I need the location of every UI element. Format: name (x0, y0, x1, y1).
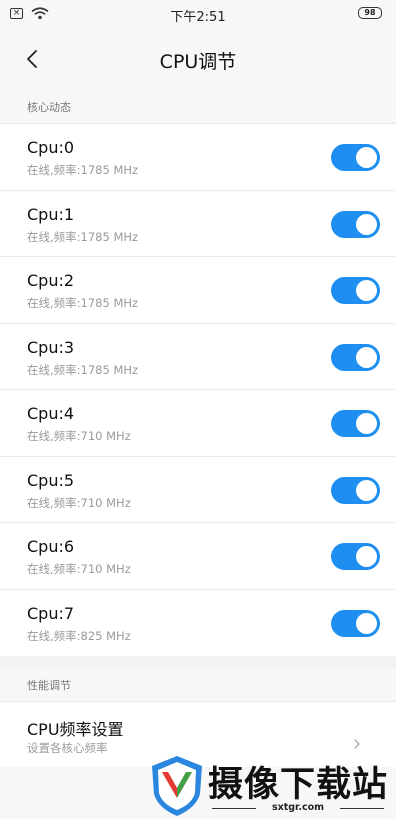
cpu-status: 在线,频率:1785 MHz (27, 229, 139, 244)
cpu-7-toggle[interactable] (331, 609, 380, 637)
toggle-knob (356, 346, 377, 368)
watermark-line-right (340, 808, 384, 809)
cpu-title: Cpu:0 (27, 138, 75, 157)
status-time: 下午2:51 (170, 10, 226, 25)
cpu-5-toggle[interactable] (331, 476, 380, 504)
toggle-knob (356, 147, 377, 168)
toggle-knob (356, 612, 377, 634)
toggle-knob (356, 213, 377, 235)
cpu-status: 在线,频率:1785 MHz (27, 163, 139, 177)
watermark-text: 摄像下载站 (208, 764, 389, 805)
toggle-knob (356, 479, 377, 501)
cpu-row-0[interactable]: Cpu:0 在线,频率:1785 MHz (0, 124, 396, 191)
cpu-row-4[interactable]: Cpu:4 在线,频率:710 MHz (0, 390, 396, 457)
cpu-status: 在线,频率:1785 MHz (27, 296, 139, 310)
cpu-row-5[interactable]: Cpu:5 在线,频率:710 MHz (0, 456, 396, 523)
cpu-2-toggle[interactable] (331, 277, 380, 304)
cpu-row-1[interactable]: Cpu:1 在线,频率:1785 MHz (0, 190, 396, 257)
section-divider (0, 656, 396, 668)
toggle-knob (356, 280, 377, 301)
app-header: CPU调节 (0, 28, 396, 90)
toggle-knob (356, 413, 377, 434)
section-header-core-state: 核心动态 (0, 90, 396, 124)
cpu-row-6[interactable]: Cpu:6 在线,频率:710 MHz (0, 523, 396, 590)
section-label: 核心动态 (27, 101, 71, 114)
cpu-status: 在线,频率:1785 MHz (27, 362, 139, 377)
freq-setting-subtitle: 设置各核心频率 (27, 741, 108, 755)
cpu-0-toggle[interactable] (331, 144, 380, 171)
freq-setting-title: CPU频率设置 (27, 720, 124, 739)
toggle-knob (356, 546, 377, 567)
cpu-title: Cpu:7 (27, 603, 75, 623)
cpu-title: Cpu:1 (27, 204, 75, 224)
site-logo-icon (152, 756, 202, 816)
cpu-4-toggle[interactable] (331, 410, 380, 437)
cpu-row-7[interactable]: Cpu:7 在线,频率:825 MHz (0, 589, 396, 656)
cpu-title: Cpu:6 (27, 537, 75, 556)
cpu-6-toggle[interactable] (331, 543, 380, 570)
section-header-perf: 性能调节 (0, 668, 396, 702)
cpu-title: Cpu:2 (27, 271, 75, 290)
cpu-row-3[interactable]: Cpu:3 在线,频率:1785 MHz (0, 323, 396, 390)
cpu-3-toggle[interactable] (331, 343, 380, 371)
cpu-status: 在线,频率:710 MHz (27, 562, 131, 576)
chevron-right-icon (354, 739, 360, 749)
cpu-1-toggle[interactable] (331, 210, 380, 238)
cpu-status: 在线,频率:710 MHz (27, 495, 131, 510)
watermark: 摄像下载站 sxtgr.com (148, 750, 396, 819)
cpu-status: 在线,频率:710 MHz (27, 429, 131, 443)
page-title: CPU调节 (159, 51, 237, 73)
cpu-title: Cpu:3 (27, 337, 75, 357)
status-bar: × 下午2:51 98 (0, 0, 396, 28)
cpu-title: Cpu:4 (27, 404, 75, 423)
battery-icon: 98 (358, 7, 382, 19)
cpu-status: 在线,频率:825 MHz (27, 628, 131, 643)
section-label: 性能调节 (27, 679, 71, 692)
cpu-row-2[interactable]: Cpu:2 在线,频率:1785 MHz (0, 257, 396, 324)
cpu-title: Cpu:5 (27, 470, 75, 490)
